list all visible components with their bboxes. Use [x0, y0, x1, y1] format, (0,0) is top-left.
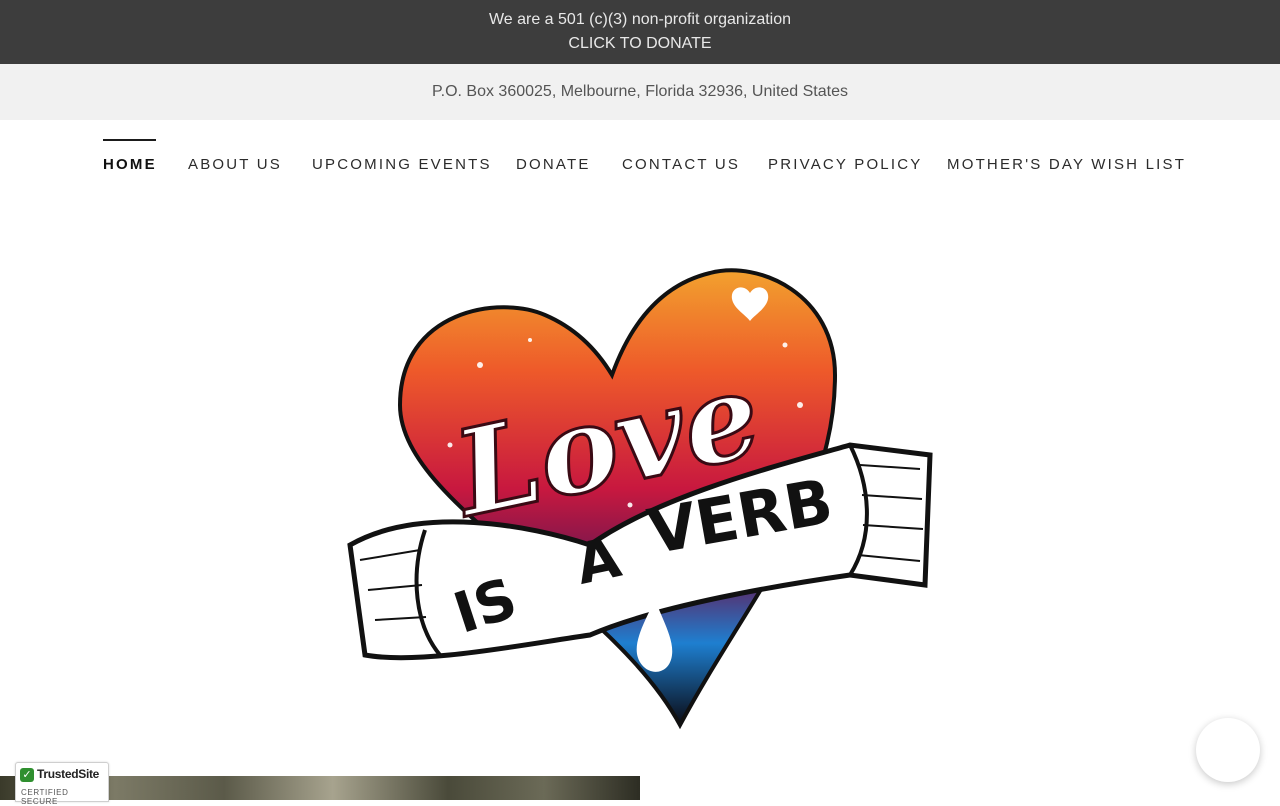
- nav-contact-us[interactable]: CONTACT US: [622, 156, 740, 173]
- love-is-a-verb-logo: Love IS A VERB: [330, 255, 950, 735]
- nav-mothers-day-wish-list[interactable]: MOTHER'S DAY WISH LIST: [947, 156, 1186, 173]
- address-text: P.O. Box 360025, Melbourne, Florida 3293…: [432, 83, 848, 100]
- main-navigation: HOME ABOUT US UPCOMING EVENTS DONATE CON…: [0, 120, 1280, 208]
- chat-widget-button[interactable]: [1196, 718, 1260, 782]
- trustedsite-badge[interactable]: ✓ TrustedSite CERTIFIED SECURE: [15, 762, 109, 806]
- trustedsite-title: TrustedSite: [37, 767, 100, 781]
- donate-announcement-bar[interactable]: We are a 501 (c)(3) non-profit organizat…: [0, 0, 1280, 64]
- nonprofit-statement: We are a 501 (c)(3) non-profit organizat…: [488, 11, 792, 28]
- nav-donate[interactable]: DONATE: [516, 156, 591, 173]
- nav-about-us[interactable]: ABOUT US: [188, 156, 282, 173]
- nav-privacy-policy[interactable]: PRIVACY POLICY: [768, 156, 922, 173]
- nav-home[interactable]: HOME: [103, 156, 157, 173]
- checkmark-icon: ✓: [20, 768, 34, 782]
- trustedsite-subtitle: CERTIFIED SECURE: [21, 788, 69, 806]
- nav-upcoming-events[interactable]: UPCOMING EVENTS: [312, 156, 492, 173]
- click-to-donate-link[interactable]: CLICK TO DONATE: [568, 32, 711, 56]
- active-nav-indicator: [103, 139, 156, 141]
- address-bar: P.O. Box 360025, Melbourne, Florida 3293…: [0, 64, 1280, 120]
